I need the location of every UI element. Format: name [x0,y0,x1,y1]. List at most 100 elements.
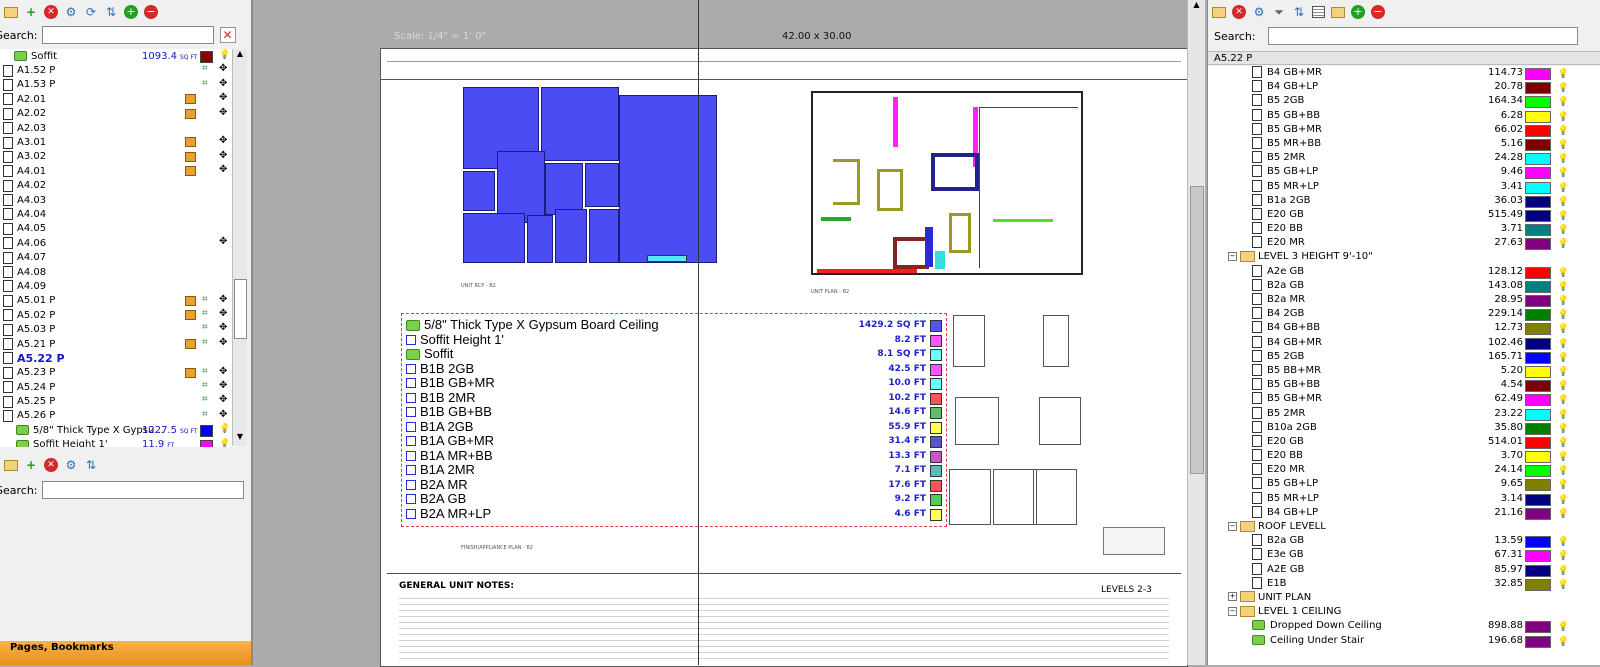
measurement-folder[interactable]: − LEVEL 3 HEIGHT 9'-10" [1208,250,1600,264]
measurement-item[interactable]: B2a GB 143.08 💡 [1208,278,1600,294]
color-swatch[interactable] [1525,138,1551,151]
move-icon[interactable]: ✥ [219,294,227,305]
color-swatch[interactable] [1525,110,1551,123]
color-swatch[interactable] [1525,479,1551,492]
markup-legend-row[interactable]: Soffit 8.1 SQ FT [406,346,942,362]
color-swatch[interactable] [1525,323,1551,336]
measurement-item[interactable]: B5 2GB 164.34 💡 [1208,94,1600,109]
measurement-item[interactable]: B5 BB+MR 5.20 💡 [1208,363,1600,379]
color-swatch[interactable] [1525,309,1551,322]
measurement-item[interactable]: E20 BB 3.71 💡 [1208,222,1600,237]
color-swatch[interactable] [1525,408,1551,421]
color-swatch[interactable] [200,425,213,438]
page-tree-item[interactable]: A5.24 P ⌗ ✥ [0,380,236,394]
add-circle-icon[interactable]: + [124,5,138,19]
markup-legend-row[interactable]: B2A GB 9.2 FT [406,491,942,507]
color-swatch[interactable] [200,51,213,63]
markup-set-icon[interactable] [185,367,196,378]
color-swatch[interactable] [1525,635,1551,648]
search-input[interactable] [41,26,214,44]
lightbulb-icon[interactable]: 💡 [1558,379,1569,393]
move-icon[interactable]: ✥ [219,92,227,103]
page-tree-item[interactable]: A2.02 ✥ [0,107,236,121]
page-tree-item[interactable]: A4.04 [0,207,236,221]
lightbulb-icon[interactable]: 💡 [1558,535,1569,549]
move-icon[interactable]: ✥ [219,322,227,333]
lightbulb-icon[interactable]: 💡 [1558,620,1569,634]
color-swatch[interactable] [1525,351,1551,364]
color-swatch[interactable] [1525,564,1551,577]
page-tree-item[interactable]: A5.26 P ⌗ ✥ [0,409,236,423]
scroll-down-arrow[interactable]: ▼ [233,432,247,446]
move-icon[interactable]: ✥ [219,150,227,161]
add-icon[interactable]: + [24,458,38,472]
page-tree-item[interactable]: A2.01 ✥ [0,92,236,106]
doc-scroll-thumb[interactable] [1190,186,1204,474]
color-swatch[interactable] [1525,181,1551,194]
ceiling-area-8[interactable] [463,213,525,263]
measure-icon[interactable]: ⌗ [202,337,208,348]
measurement-item[interactable]: E20 GB 514.01 💡 [1208,434,1600,449]
sort-icon[interactable]: ⇅ [1292,5,1306,19]
measurement-item[interactable]: Ceiling Under Stair 196.68 💡 [1208,634,1600,648]
tree-scrollbar[interactable]: ▲ ▼ [232,49,247,446]
lightbulb-icon[interactable]: 💡 [1558,422,1569,436]
page-tree-item[interactable]: A4.08 [0,265,236,279]
delete-icon[interactable]: ✕ [44,5,58,19]
sort-icon[interactable]: ⇅ [84,458,98,472]
lightbulb-icon[interactable]: 💡 [1558,181,1569,195]
markup-legend-row[interactable]: B1A 2MR 7.1 FT [406,462,942,478]
page-tree-item[interactable]: A5.03 P ⌗ ✥ [0,322,236,336]
delete-icon[interactable]: ✕ [1232,5,1246,19]
measurement-item[interactable]: A2e GB 128.12 💡 [1208,264,1600,279]
ceiling-area-7[interactable] [585,163,619,207]
lightbulb-icon[interactable]: 💡 [1558,351,1569,365]
document-page[interactable]: UNIT RCP - B2 UNIT PLAN - B2 5/8" Thick … [380,48,1188,667]
color-swatch[interactable] [1525,266,1551,279]
ceiling-area-3[interactable] [619,95,717,263]
measurement-item[interactable]: B5 MR+LP 3.41 💡 [1208,179,1600,195]
ceiling-area-11[interactable] [589,209,619,263]
markup-selection-box[interactable]: 5/8" Thick Type X Gypsum Board Ceiling 14… [401,313,947,527]
color-swatch[interactable] [1525,578,1551,591]
markup-set-icon[interactable] [185,108,196,119]
measurement-item[interactable]: B1a 2GB 36.03 💡 [1208,193,1600,208]
measurement-folder[interactable]: + UNIT PLAN [1208,591,1600,605]
color-swatch[interactable] [1525,295,1551,307]
unit-floor-plan[interactable] [811,91,1083,275]
measurement-item[interactable]: B5 2MR 24.28 💡 [1208,151,1600,166]
move-icon[interactable]: ✥ [219,409,227,420]
lightbulb-icon[interactable]: 💡 [1558,464,1569,478]
measure-icon[interactable]: ⌗ [202,322,208,333]
measurement-item[interactable]: B5 GB+LP 9.46 💡 [1208,165,1600,180]
doc-scroll-up-arrow[interactable]: ▲ [1188,0,1205,14]
ceiling-area-4[interactable] [463,171,495,211]
markup-legend-row[interactable]: Soffit Height 1' 8.2 FT [406,332,942,348]
move-icon[interactable]: ✥ [219,394,227,405]
color-swatch[interactable] [1525,380,1551,393]
measure-icon[interactable]: ⌗ [202,78,208,89]
pages-bookmarks-tab[interactable]: Pages, Bookmarks [0,641,251,665]
ceiling-plan-drawing[interactable] [461,83,717,265]
settings-icon[interactable]: ⚙ [64,458,78,472]
lightbulb-icon[interactable]: 💡 [1558,124,1569,138]
lightbulb-icon[interactable]: 💡 [1558,365,1569,379]
lightbulb-icon[interactable]: 💡 [219,424,230,434]
lightbulb-icon[interactable]: 💡 [1558,209,1569,223]
page-tree-item[interactable]: A2.03 [0,121,236,135]
lightbulb-icon[interactable]: 💡 [1558,223,1569,237]
folder-add-icon[interactable] [1331,6,1345,18]
page-tree-item[interactable]: A5.22 P [0,351,236,365]
color-swatch[interactable] [1525,124,1551,137]
color-swatch[interactable] [1525,82,1551,95]
lightbulb-icon[interactable]: 💡 [1558,67,1569,81]
measure-icon[interactable]: ⌗ [202,63,208,74]
measurement-item[interactable]: E20 GB 515.49 💡 [1208,207,1600,223]
refresh-icon[interactable]: ⟳ [84,5,98,19]
page-tree-item[interactable]: A5.01 P ⌗ ✥ [0,294,236,308]
lightbulb-icon[interactable]: 💡 [1558,166,1569,180]
lightbulb-icon[interactable]: 💡 [1558,507,1569,521]
lightbulb-icon[interactable]: 💡 [1558,280,1569,294]
document-scrollbar[interactable]: ▲ [1187,0,1205,665]
move-icon[interactable]: ✥ [219,308,227,319]
